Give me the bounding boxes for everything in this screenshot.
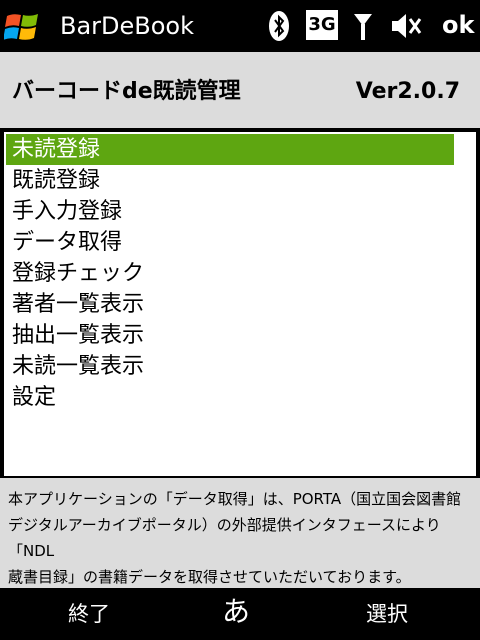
windows-start-icon[interactable] <box>4 8 42 46</box>
exit-softkey[interactable]: 終了 <box>68 598 110 630</box>
info-line: デジタルアーカイブポータル）の外部提供インタフェースにより「NDL <box>8 516 441 560</box>
app-title: BarDeBook <box>60 12 195 40</box>
ok-button[interactable]: ok <box>442 10 474 40</box>
menu-list[interactable]: 未読登録 既読登録 手入力登録 データ取得 登録チェック 著者一覧表示 抽出一覧… <box>2 130 478 478</box>
menu-item-author-list[interactable]: 著者一覧表示 <box>6 289 454 320</box>
menu-item-settings[interactable]: 設定 <box>6 382 454 413</box>
softkey-bar: 終了 あ 選択 <box>0 588 480 640</box>
menu-item-manual-register[interactable]: 手入力登録 <box>6 196 454 227</box>
menu-item-read-register[interactable]: 既読登録 <box>6 165 454 196</box>
input-method-icon[interactable]: あ <box>222 594 250 630</box>
menu-item-filtered-list[interactable]: 抽出一覧表示 <box>6 320 454 351</box>
header: バーコードde既読管理 Ver2.0.7 <box>0 52 480 128</box>
menu-item-unread-register[interactable]: 未読登録 <box>6 134 454 165</box>
network-3g-icon[interactable]: 3G <box>306 10 338 40</box>
signal-strength-icon[interactable] <box>352 10 374 42</box>
info-text: 本アプリケーションの「データ取得」は、PORTA（国立国会図書館 デジタルアーカ… <box>8 486 474 590</box>
page-title: バーコードde既読管理 <box>12 79 241 104</box>
info-panel: 本アプリケーションの「データ取得」は、PORTA（国立国会図書館 デジタルアーカ… <box>0 478 480 588</box>
menu-item-unread-list[interactable]: 未読一覧表示 <box>6 351 454 382</box>
menu-item-data-fetch[interactable]: データ取得 <box>6 227 454 258</box>
info-line: 本アプリケーションの「データ取得」は、PORTA（国立国会図書館 <box>8 490 462 508</box>
status-bar: BarDeBook 3G ok <box>0 0 480 52</box>
info-line: 蔵書目録」の書籍データを取得させていただいております。 <box>8 568 411 586</box>
bluetooth-icon[interactable] <box>268 10 290 42</box>
select-softkey[interactable]: 選択 <box>366 598 408 630</box>
version-label: Ver2.0.7 <box>355 79 460 104</box>
volume-muted-icon[interactable] <box>390 10 424 42</box>
menu-item-register-check[interactable]: 登録チェック <box>6 258 454 289</box>
